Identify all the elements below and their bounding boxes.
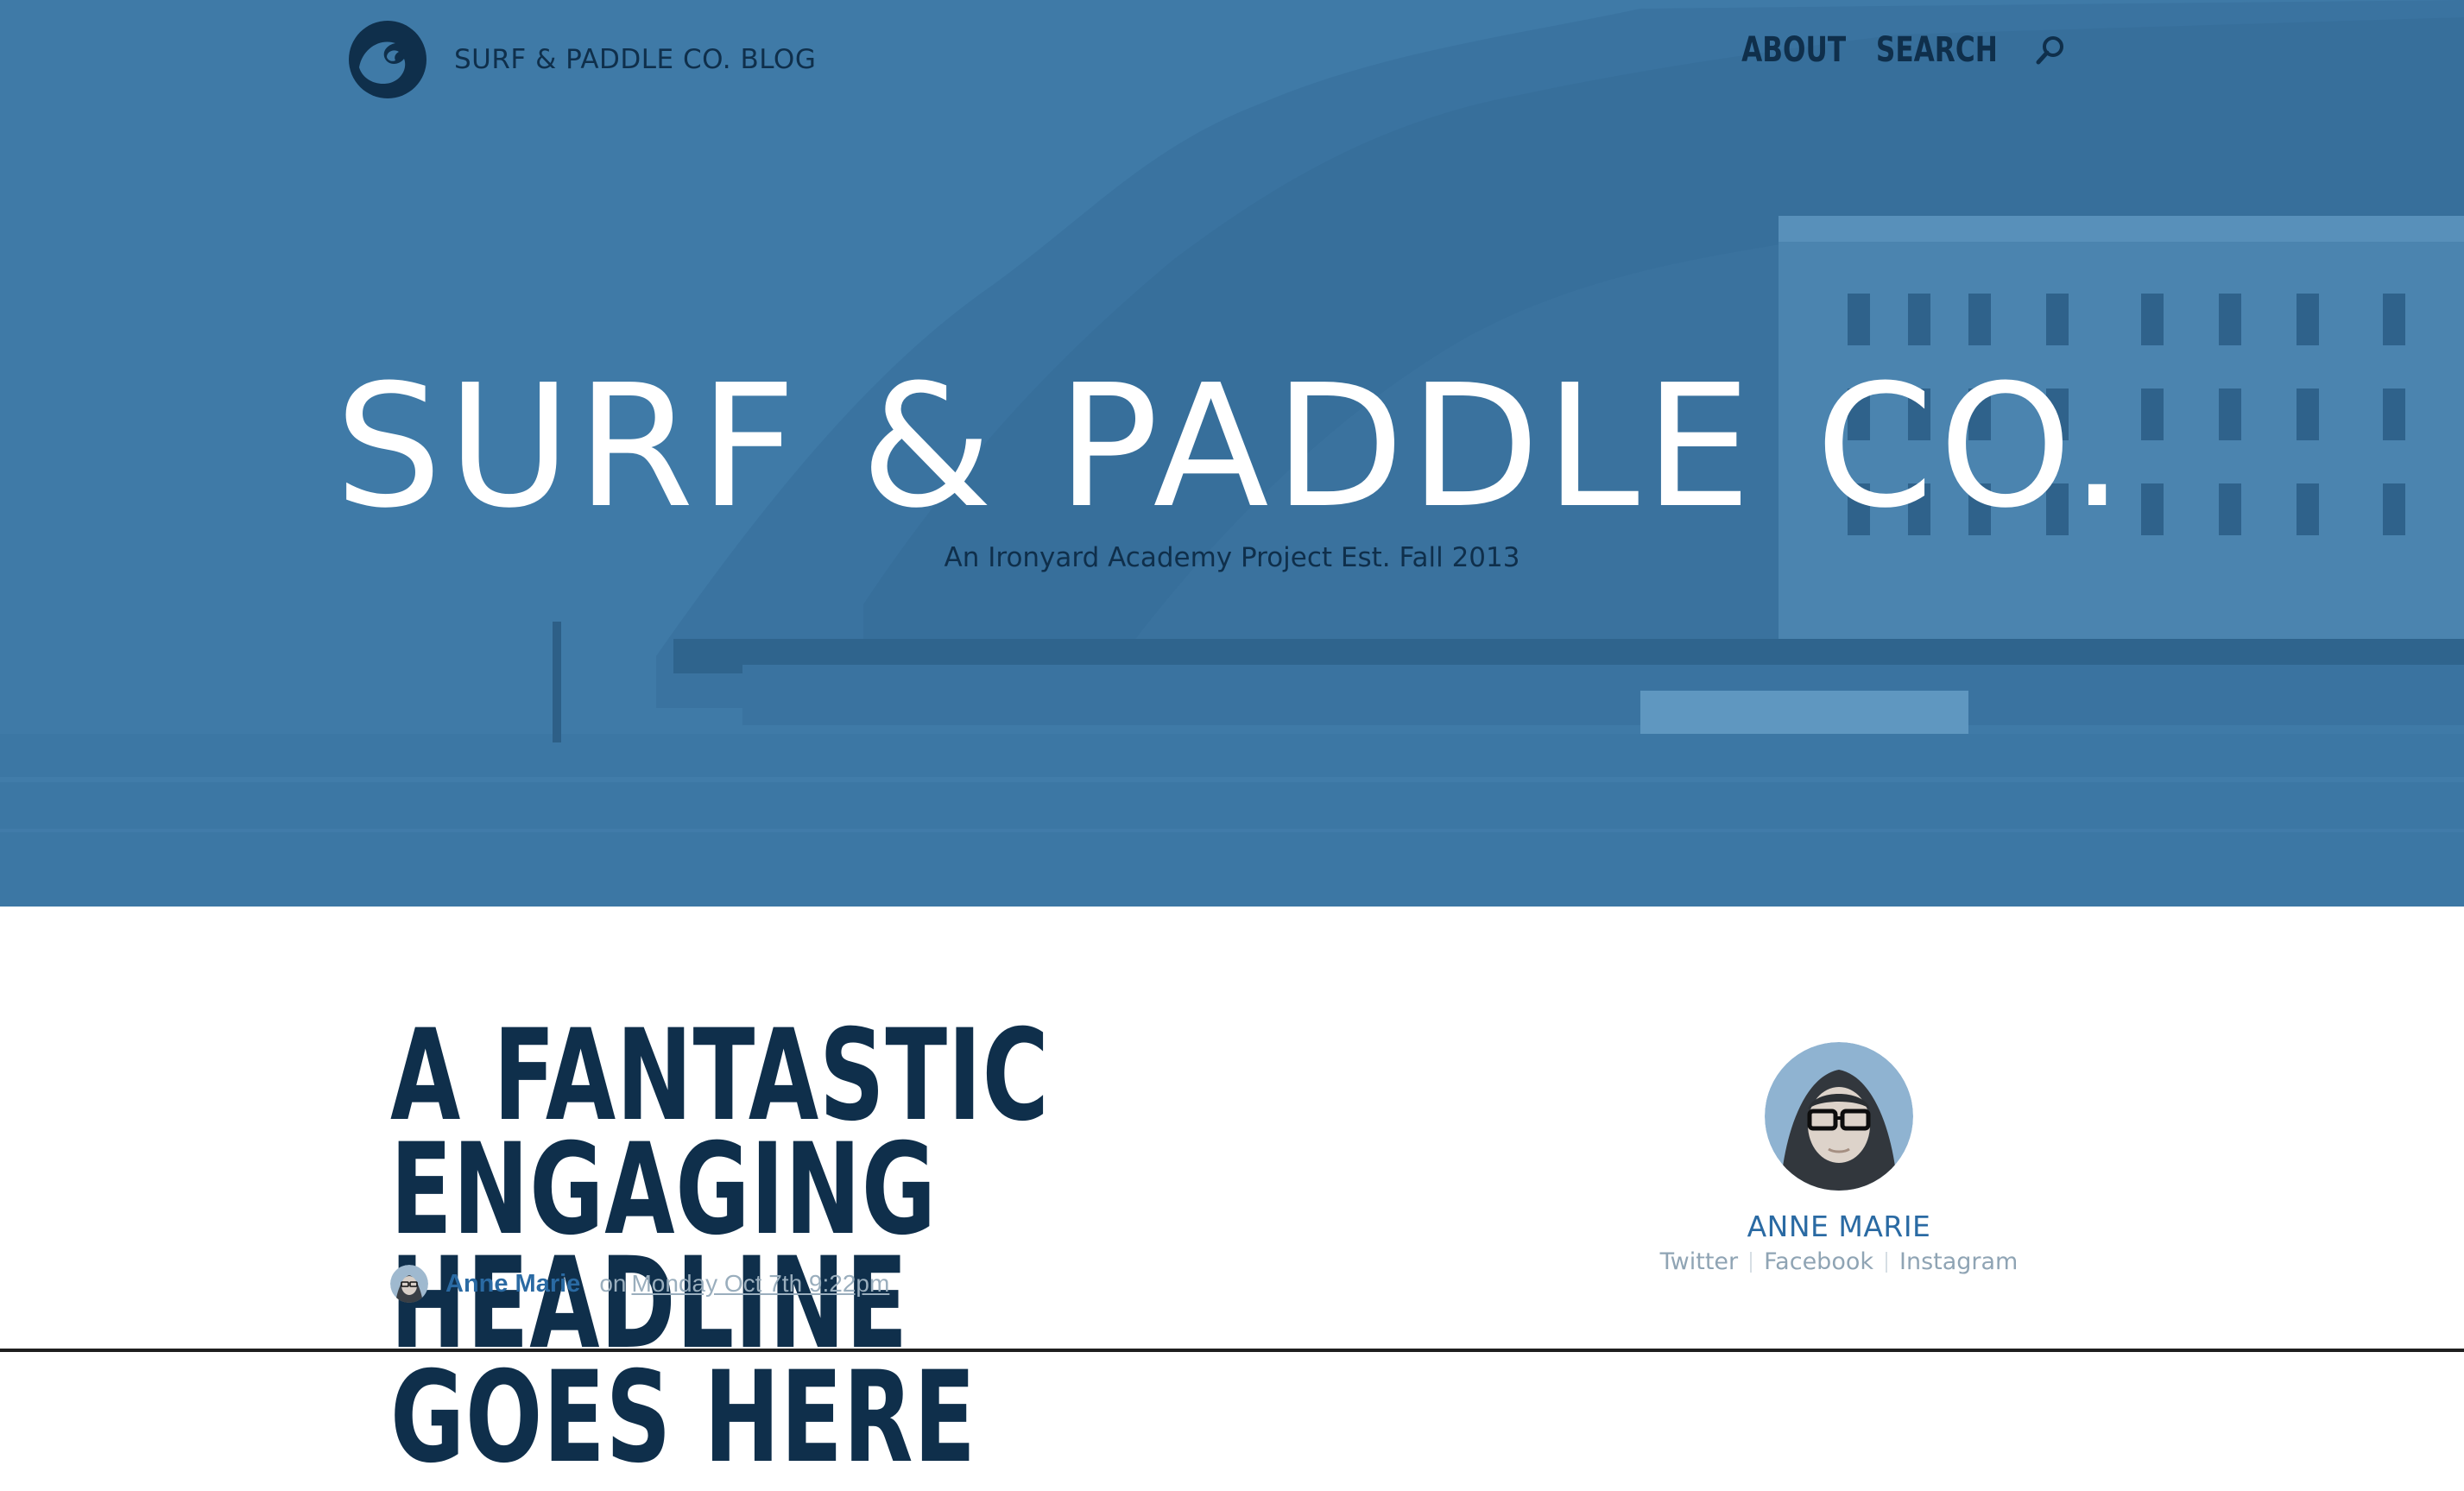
nav-search-link[interactable]: SEARCH (1876, 30, 1998, 70)
instagram-link[interactable]: Instagram (1887, 1248, 2030, 1275)
nav-about-link[interactable]: ABOUT (1741, 30, 1846, 70)
hero-subtitle: An Ironyard Academy Project Est. Fall 20… (944, 542, 1520, 573)
author-card: ANNE MARIE Twitter Facebook Instagram (1623, 1042, 2055, 1275)
brand-home-link[interactable]: SURF & PADDLE CO. BLOG (347, 19, 816, 100)
author-avatar[interactable] (1765, 1042, 1913, 1191)
hero-title: SURF & PADDLE CO. (334, 349, 2130, 546)
post-preview: A FANTASTIC ENGAGING HEADLINE GOES HERE … (0, 907, 2464, 1481)
brand-name: SURF & PADDLE CO. BLOG (454, 44, 817, 75)
twitter-link[interactable]: Twitter (1648, 1248, 1751, 1275)
hero-banner: SURF & PADDLE CO. BLOG ABOUT SEARCH SURF… (0, 0, 2464, 907)
facebook-link[interactable]: Facebook (1752, 1248, 1886, 1275)
byline-on-label: on (599, 1270, 627, 1297)
main-nav: ABOUT SEARCH (1735, 24, 2067, 76)
post-headline[interactable]: A FANTASTIC ENGAGING HEADLINE GOES HERE (390, 1013, 1198, 1481)
post-author-link[interactable]: Anne Marie (445, 1270, 580, 1298)
search-icon[interactable] (2034, 34, 2067, 66)
author-social-links: Twitter Facebook Instagram (1623, 1248, 2055, 1275)
bottom-divider (0, 1349, 2464, 1352)
wave-logo-icon (349, 21, 426, 98)
post-headline-line-1: A FANTASTIC ENGAGING (390, 1002, 1050, 1263)
avatar[interactable] (390, 1265, 428, 1303)
author-name-link[interactable]: ANNE MARIE (1623, 1210, 2055, 1243)
post-date-link[interactable]: Monday Oct 7th 9:22pm (631, 1270, 889, 1298)
post-byline: Anne Marie on Monday Oct 7th 9:22pm (390, 1262, 889, 1305)
top-navigation-bar: SURF & PADDLE CO. BLOG ABOUT SEARCH (0, 0, 2464, 112)
